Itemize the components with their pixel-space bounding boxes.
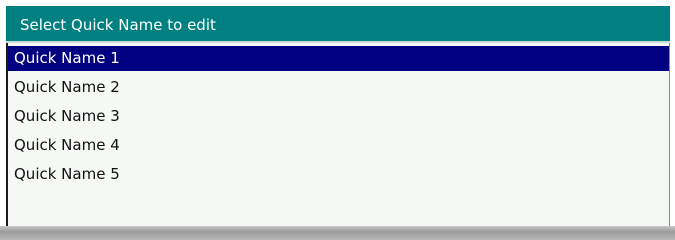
list-item-label: Quick Name 3 (14, 107, 120, 125)
list-item-label: Quick Name 5 (14, 165, 120, 183)
list-item-label: Quick Name 1 (14, 49, 120, 67)
list-item-label: Quick Name 4 (14, 136, 120, 154)
list-item-label: Quick Name 2 (14, 78, 120, 96)
list-item-quick-name-4[interactable]: Quick Name 4 (8, 133, 669, 158)
quick-name-dialog: Select Quick Name to edit Quick Name 1 Q… (6, 6, 670, 232)
bottom-edge-bar (0, 226, 675, 240)
list-item-quick-name-3[interactable]: Quick Name 3 (8, 104, 669, 129)
list-item-quick-name-2[interactable]: Quick Name 2 (8, 75, 669, 100)
list-item-quick-name-5[interactable]: Quick Name 5 (8, 162, 669, 187)
dialog-titlebar: Select Quick Name to edit (6, 6, 670, 43)
list-item-quick-name-1[interactable]: Quick Name 1 (8, 46, 669, 71)
dialog-title: Select Quick Name to edit (20, 16, 216, 34)
quick-name-list[interactable]: Quick Name 1 Quick Name 2 Quick Name 3 Q… (6, 43, 670, 232)
